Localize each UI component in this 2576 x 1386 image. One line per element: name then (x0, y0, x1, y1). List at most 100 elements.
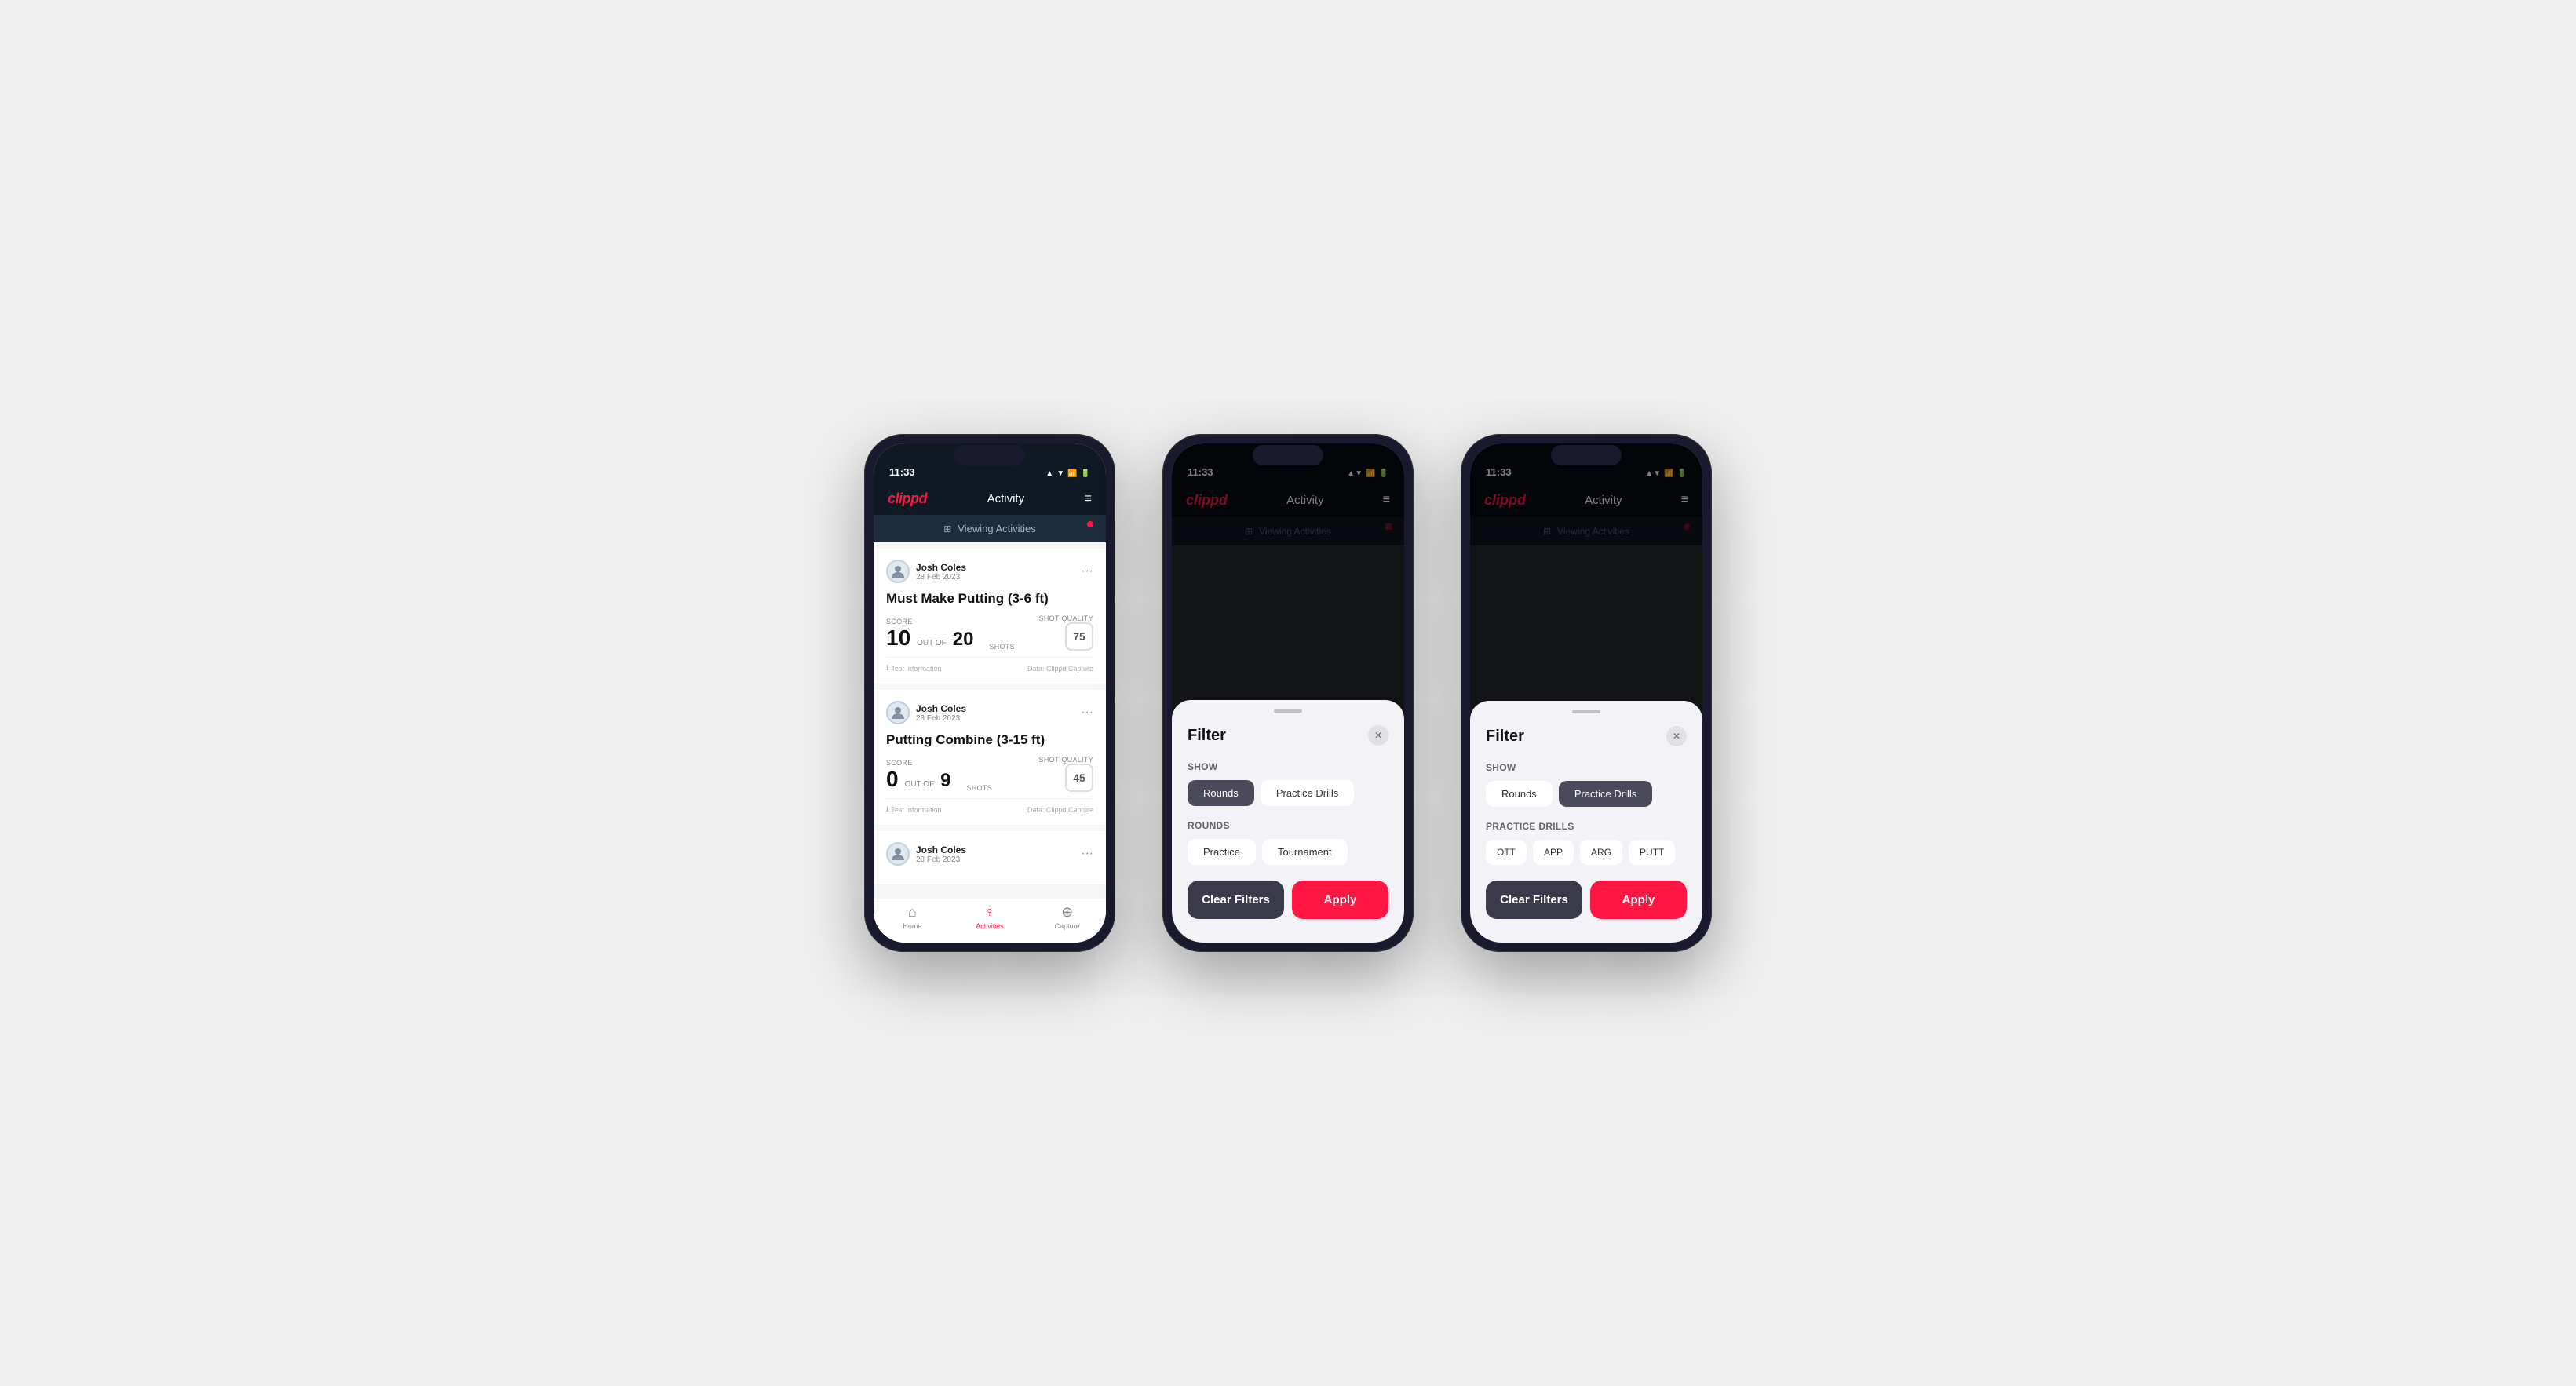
viewing-bar-1[interactable]: ⊞ Viewing Activities (874, 515, 1106, 542)
practice-drills-btn-3[interactable]: Practice Drills (1559, 781, 1652, 807)
rounds-buttons-2: Practice Tournament (1188, 839, 1388, 865)
apply-btn-3[interactable]: Apply (1590, 881, 1687, 919)
sheet-handle-3 (1572, 710, 1600, 713)
shots-section-2: Shots (967, 784, 993, 792)
nav-capture-label: Capture (1055, 922, 1080, 930)
nav-home-label: Home (903, 922, 921, 930)
shot-quality-badge-2: 45 (1065, 764, 1093, 792)
shot-quality-section-2: Shot Quality 45 (1039, 756, 1093, 792)
card-footer-2: ℹ Test Information Data: Clippd Capture (886, 798, 1093, 814)
scene: 11:33 ▲ ▼ 📶 🔋 clippd Activity ≡ ⊞ Viewin… (817, 371, 1759, 1015)
user-details-3: Josh Coles 28 Feb 2023 (916, 844, 966, 864)
sheet-footer-2: Clear Filters Apply (1188, 881, 1388, 919)
user-info-1: Josh Coles 28 Feb 2023 (886, 560, 966, 583)
filter-overlay-2: Filter ✕ Show Rounds Practice Drills Rou… (1172, 443, 1404, 943)
red-dot-1 (1087, 521, 1093, 527)
footer-data-1: Data: Clippd Capture (1027, 665, 1093, 673)
status-time-1: 11:33 (889, 466, 915, 478)
rounds-btn-3[interactable]: Rounds (1486, 781, 1553, 807)
close-button-2[interactable]: ✕ (1368, 725, 1388, 746)
total-shots-1: 20 (953, 629, 974, 651)
card-header-3: Josh Coles 28 Feb 2023 ··· (886, 842, 1093, 866)
nav-capture[interactable]: ⊕ Capture (1028, 904, 1106, 930)
show-buttons-2: Rounds Practice Drills (1188, 780, 1388, 806)
clear-filters-btn-3[interactable]: Clear Filters (1486, 881, 1582, 919)
activity-title-1: Must Make Putting (3-6 ft) (886, 591, 1093, 607)
app-btn-3[interactable]: APP (1533, 840, 1574, 865)
apply-btn-2[interactable]: Apply (1292, 881, 1388, 919)
user-info-2: Josh Coles 28 Feb 2023 (886, 701, 966, 724)
practice-drills-section-3: Practice Drills OTT APP ARG PUTT (1486, 821, 1687, 865)
content-1: Josh Coles 28 Feb 2023 ··· Must Make Put… (874, 542, 1106, 899)
score-section-1: Score 10 OUT OF 20 (886, 618, 973, 651)
filter-icon-1: ⊞ (943, 523, 951, 534)
sheet-footer-3: Clear Filters Apply (1486, 881, 1687, 919)
rounds-btn-2[interactable]: Rounds (1188, 780, 1254, 806)
phone-2: ⊞ Viewing Activities 11:33 ▲▼ 📶 🔋 clippd… (1162, 434, 1414, 952)
practice-round-btn-2[interactable]: Practice (1188, 839, 1256, 865)
total-shots-2: 9 (940, 770, 950, 792)
dynamic-island-3 (1551, 445, 1622, 465)
status-icons-1: ▲ ▼ 📶 🔋 (1045, 469, 1090, 478)
practice-drills-section-label-3: Practice Drills (1486, 821, 1687, 832)
score-value-1: 10 (886, 626, 910, 651)
shot-quality-badge-1: 75 (1065, 622, 1093, 651)
user-name-2: Josh Coles (916, 703, 966, 714)
card-header-1: Josh Coles 28 Feb 2023 ··· (886, 560, 1093, 583)
avatar-3 (886, 842, 910, 866)
capture-icon: ⊕ (1061, 904, 1073, 921)
putt-btn-3[interactable]: PUTT (1629, 840, 1675, 865)
user-name-1: Josh Coles (916, 562, 966, 573)
user-details-1: Josh Coles 28 Feb 2023 (916, 562, 966, 582)
activities-icon: ♀ (984, 904, 995, 921)
arg-btn-3[interactable]: ARG (1580, 840, 1622, 865)
ott-btn-3[interactable]: OTT (1486, 840, 1527, 865)
sheet-header-2: Filter ✕ (1188, 725, 1388, 746)
menu-icon-1[interactable]: ≡ (1085, 492, 1092, 506)
close-button-3[interactable]: ✕ (1666, 726, 1687, 746)
score-value-2: 0 (886, 767, 899, 792)
avatar-2 (886, 701, 910, 724)
dynamic-island-2 (1253, 445, 1323, 465)
filter-overlay-3: Filter ✕ Show Rounds Practice Drills Pra… (1470, 443, 1702, 943)
nav-activities[interactable]: ♀ Activities (951, 904, 1029, 930)
practice-drills-btn-2[interactable]: Practice Drills (1261, 780, 1354, 806)
activity-card-3: Josh Coles 28 Feb 2023 ··· (874, 831, 1106, 884)
card-footer-1: ℹ Test Information Data: Clippd Capture (886, 657, 1093, 673)
nav-home[interactable]: ⌂ Home (874, 904, 951, 930)
avatar-1 (886, 560, 910, 583)
show-buttons-3: Rounds Practice Drills (1486, 781, 1687, 807)
dynamic-island (954, 445, 1025, 465)
bottom-nav-1: ⌂ Home ♀ Activities ⊕ Capture (874, 899, 1106, 943)
filter-title-3: Filter (1486, 728, 1524, 746)
score-section-2: Score 0 OUT OF 9 (886, 759, 951, 792)
filter-sheet-2: Filter ✕ Show Rounds Practice Drills Rou… (1172, 700, 1404, 943)
rounds-section-2: Rounds Practice Tournament (1188, 820, 1388, 865)
filter-sheet-3: Filter ✕ Show Rounds Practice Drills Pra… (1470, 701, 1702, 943)
home-icon: ⌂ (908, 904, 917, 921)
activity-card-1: Josh Coles 28 Feb 2023 ··· Must Make Put… (874, 549, 1106, 684)
show-label-3: Show (1486, 762, 1687, 773)
sheet-header-3: Filter ✕ (1486, 726, 1687, 746)
more-icon-2[interactable]: ··· (1081, 706, 1093, 720)
sheet-handle-2 (1274, 709, 1302, 713)
footer-info-2: ℹ Test Information (886, 805, 941, 814)
user-details-2: Josh Coles 28 Feb 2023 (916, 703, 966, 723)
phone-1: 11:33 ▲ ▼ 📶 🔋 clippd Activity ≡ ⊞ Viewin… (864, 434, 1115, 952)
shot-quality-section-1: Shot Quality 75 (1039, 615, 1093, 651)
more-icon-1[interactable]: ··· (1081, 564, 1093, 578)
filter-title-2: Filter (1188, 727, 1226, 745)
rounds-section-label-2: Rounds (1188, 820, 1388, 831)
user-date-1: 28 Feb 2023 (916, 573, 966, 582)
nav-activities-label: Activities (976, 922, 1004, 930)
more-icon-3[interactable]: ··· (1081, 847, 1093, 861)
footer-info-1: ℹ Test Information (886, 664, 941, 673)
phone-3: ⊞ Viewing Activities 11:33 ▲▼ 📶 🔋 clippd… (1461, 434, 1712, 952)
show-section-2: Show Rounds Practice Drills (1188, 761, 1388, 806)
user-date-2: 28 Feb 2023 (916, 714, 966, 723)
clear-filters-btn-2[interactable]: Clear Filters (1188, 881, 1284, 919)
show-label-2: Show (1188, 761, 1388, 772)
tournament-btn-2[interactable]: Tournament (1262, 839, 1348, 865)
footer-data-2: Data: Clippd Capture (1027, 806, 1093, 814)
card-header-2: Josh Coles 28 Feb 2023 ··· (886, 701, 1093, 724)
